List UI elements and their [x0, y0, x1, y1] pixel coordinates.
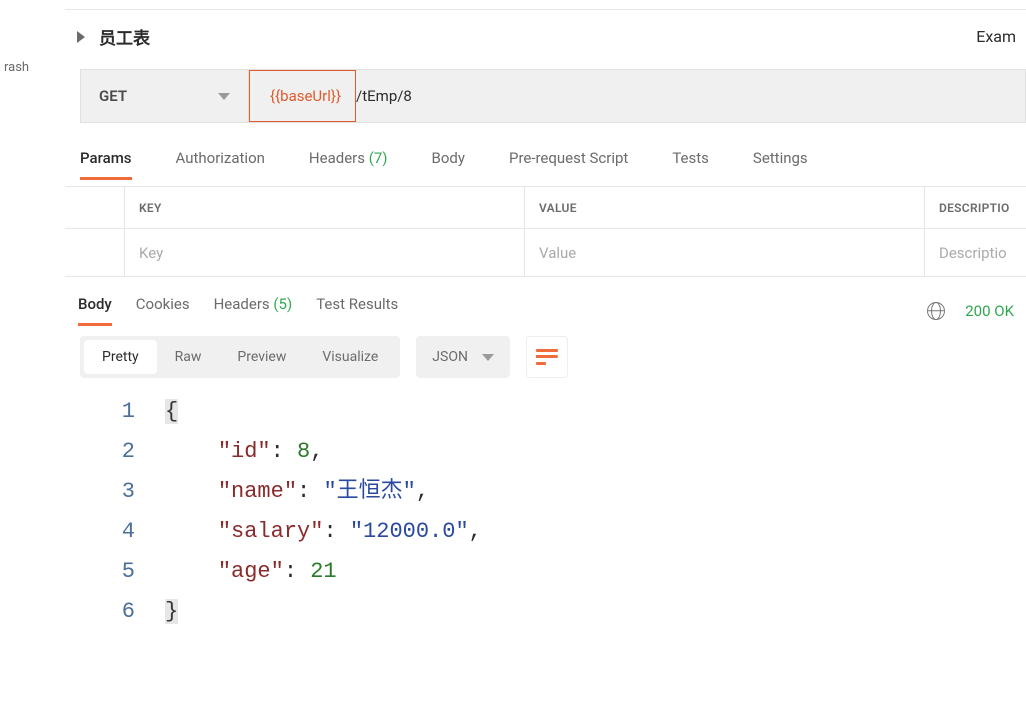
response-tabs-row: Body Cookies Headers (5) Test Results 20…	[65, 277, 1026, 326]
globe-icon[interactable]	[927, 302, 945, 320]
tab-body[interactable]: Body	[432, 149, 465, 180]
http-method-select[interactable]: GET	[81, 70, 249, 122]
params-input-row[interactable]: Key Value Descriptio	[65, 229, 1026, 277]
view-pretty[interactable]: Pretty	[84, 340, 157, 374]
params-header-row: KEY VALUE DESCRIPTIO	[65, 187, 1026, 229]
resp-tab-headers[interactable]: Headers (5)	[214, 295, 293, 326]
view-raw[interactable]: Raw	[157, 340, 220, 374]
request-tabs: Params Authorization Headers (7) Body Pr…	[65, 123, 1026, 180]
resp-tab-body[interactable]: Body	[78, 295, 112, 326]
request-bar: GET {{baseUrl}} /tEmp/8	[80, 69, 1026, 123]
resp-tab-cookies[interactable]: Cookies	[136, 295, 190, 326]
chevron-down-icon	[482, 354, 494, 361]
tab-settings[interactable]: Settings	[753, 149, 808, 180]
params-head-desc: DESCRIPTIO	[925, 187, 1026, 228]
resp-tab-headers-count: (5)	[273, 295, 292, 313]
sidebar-trash-label[interactable]: rash	[0, 60, 50, 75]
editor-code[interactable]: { "id": 8, "name": "王恒杰", "salary": "120…	[165, 392, 1026, 632]
url-path[interactable]: /tEmp/8	[356, 87, 412, 105]
params-key-input[interactable]: Key	[125, 229, 525, 276]
tab-prerequest[interactable]: Pre-request Script	[509, 149, 628, 180]
url-input[interactable]: {{baseUrl}} /tEmp/8	[249, 70, 1025, 122]
response-editor[interactable]: 123456 { "id": 8, "name": "王恒杰", "salary…	[65, 392, 1026, 632]
view-preview[interactable]: Preview	[219, 340, 304, 374]
response-status-area: 200 OK	[927, 302, 1014, 320]
params-head-value: VALUE	[525, 187, 925, 228]
collection-title[interactable]: 员工表	[99, 24, 976, 49]
collection-right-label[interactable]: Exam	[976, 27, 1016, 46]
params-table: KEY VALUE DESCRIPTIO Key Value Descripti…	[65, 186, 1026, 277]
tab-headers[interactable]: Headers (7)	[309, 149, 388, 180]
params-desc-input[interactable]: Descriptio	[925, 229, 1026, 276]
tab-authorization[interactable]: Authorization	[176, 149, 265, 180]
view-mode-group: Pretty Raw Preview Visualize	[80, 336, 400, 378]
resp-tab-testresults[interactable]: Test Results	[316, 295, 398, 326]
top-border	[65, 0, 1026, 10]
language-select[interactable]: JSON	[416, 336, 510, 378]
collection-header[interactable]: 员工表 Exam	[65, 10, 1026, 63]
tab-params[interactable]: Params	[80, 149, 132, 180]
view-controls: Pretty Raw Preview Visualize JSON	[80, 336, 1026, 378]
chevron-down-icon	[218, 93, 230, 100]
editor-gutter: 123456	[65, 392, 165, 632]
params-spacer	[65, 187, 125, 228]
language-label: JSON	[432, 349, 468, 365]
tab-tests[interactable]: Tests	[672, 149, 709, 180]
main-panel: 员工表 Exam GET {{baseUrl}} /tEmp/8 Params …	[65, 0, 1026, 725]
wrap-icon	[536, 349, 558, 365]
resp-tab-headers-label: Headers	[214, 295, 270, 313]
tab-headers-count: (7)	[369, 149, 388, 167]
status-text: 200 OK	[965, 302, 1014, 320]
expand-icon[interactable]	[77, 31, 85, 43]
params-head-key: KEY	[125, 187, 525, 228]
params-spacer	[65, 229, 125, 276]
view-visualize[interactable]: Visualize	[304, 340, 396, 374]
params-value-input[interactable]: Value	[525, 229, 925, 276]
tab-headers-label: Headers	[309, 149, 365, 167]
wrap-lines-button[interactable]	[526, 336, 568, 378]
url-variable-chip[interactable]: {{baseUrl}}	[249, 70, 356, 122]
response-tabs: Body Cookies Headers (5) Test Results	[78, 295, 398, 326]
http-method-label: GET	[99, 87, 127, 105]
